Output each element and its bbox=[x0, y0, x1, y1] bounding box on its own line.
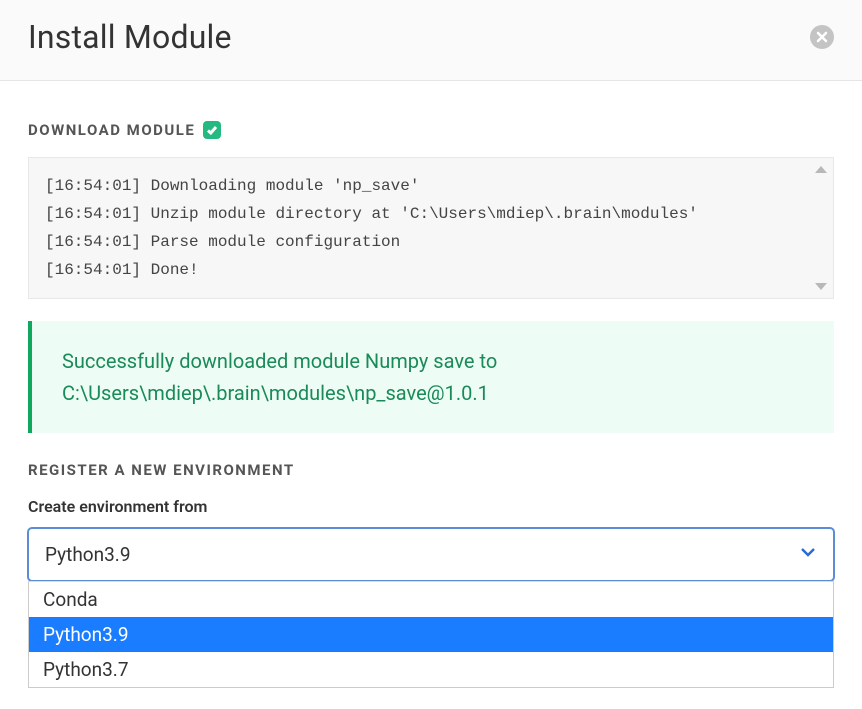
register-heading-text: REGISTER A NEW ENVIRONMENT bbox=[28, 461, 295, 479]
log-scroll-down-icon[interactable] bbox=[815, 283, 827, 290]
log-content: [16:54:01] Downloading module 'np_save' … bbox=[45, 177, 698, 279]
modal-body: DOWNLOAD MODULE [16:54:01] Downloading m… bbox=[0, 81, 862, 709]
register-environment-heading: REGISTER A NEW ENVIRONMENT bbox=[28, 461, 834, 479]
environment-select-wrapper: Python3.9 CondaPython3.9Python3.7 bbox=[28, 528, 834, 581]
chevron-down-icon bbox=[799, 543, 817, 566]
create-env-label: Create environment from bbox=[28, 497, 834, 516]
modal-header: Install Module bbox=[0, 0, 862, 81]
environment-select[interactable]: Python3.9 bbox=[28, 528, 834, 581]
environment-dropdown-list: CondaPython3.9Python3.7 bbox=[28, 581, 834, 688]
environment-option[interactable]: Python3.9 bbox=[29, 617, 833, 652]
success-check-icon bbox=[203, 121, 221, 139]
success-banner: Successfully downloaded module Numpy sav… bbox=[28, 321, 834, 433]
success-message-text: Successfully downloaded module Numpy sav… bbox=[62, 349, 497, 405]
close-icon bbox=[816, 28, 828, 47]
close-button[interactable] bbox=[810, 25, 834, 49]
download-module-heading: DOWNLOAD MODULE bbox=[28, 121, 834, 139]
download-log-console[interactable]: [16:54:01] Downloading module 'np_save' … bbox=[28, 157, 834, 299]
log-scroll-up-icon[interactable] bbox=[815, 166, 827, 173]
modal-title: Install Module bbox=[28, 18, 232, 56]
install-module-modal: Install Module DOWNLOAD MODULE [16:54:01… bbox=[0, 0, 862, 709]
environment-option[interactable]: Python3.7 bbox=[29, 652, 833, 687]
environment-selected-value: Python3.9 bbox=[45, 543, 131, 566]
environment-option[interactable]: Conda bbox=[29, 582, 833, 617]
download-heading-text: DOWNLOAD MODULE bbox=[28, 121, 195, 139]
